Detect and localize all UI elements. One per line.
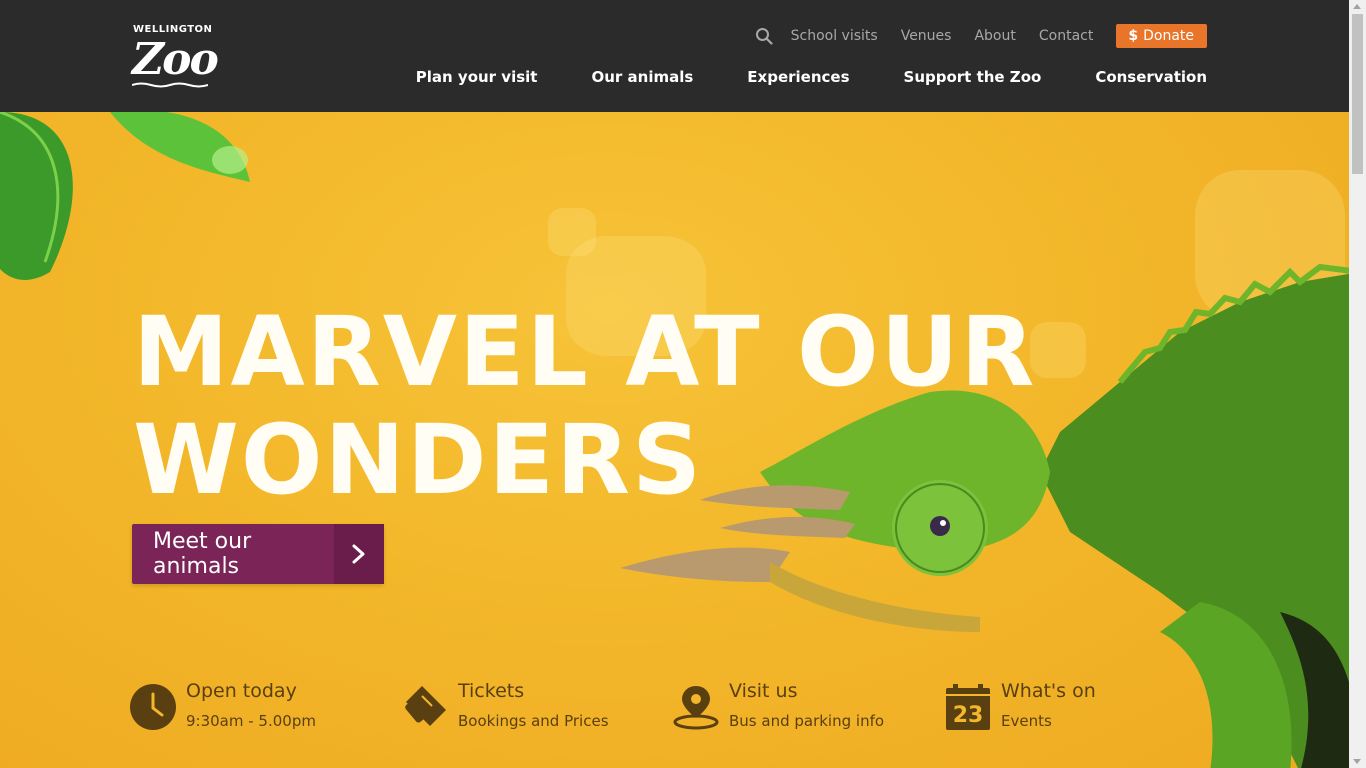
info-subtitle: Bookings and Prices — [458, 712, 609, 730]
scroll-up-icon[interactable] — [1353, 4, 1361, 9]
leaf-image — [0, 112, 250, 280]
ticket-icon — [405, 686, 446, 726]
donate-button[interactable]: $ Donate — [1116, 24, 1207, 48]
nav-about[interactable]: About — [974, 28, 1015, 44]
info-subtitle: Events — [1001, 712, 1052, 730]
info-title: Tickets — [458, 680, 525, 702]
clock-icon — [130, 684, 176, 730]
map-pin-icon — [673, 686, 719, 730]
hero-headline-line2: WONDERS — [133, 404, 704, 516]
nav-contact[interactable]: Contact — [1039, 28, 1093, 44]
nav-plan-your-visit[interactable]: Plan your visit — [416, 68, 538, 86]
nav-school-visits[interactable]: School visits — [791, 28, 878, 44]
info-subtitle: 9:30am - 5.00pm — [186, 712, 316, 730]
donate-label: Donate — [1143, 28, 1194, 44]
nav-our-animals[interactable]: Our animals — [591, 68, 693, 86]
search-icon[interactable] — [755, 27, 773, 45]
info-subtitle: Bus and parking info — [729, 712, 885, 730]
logo-big-text: Zoo — [132, 34, 219, 85]
logo-wave — [132, 82, 208, 88]
scroll-down-icon[interactable] — [1353, 759, 1361, 764]
main-nav: Plan your visit Our animals Experiences … — [416, 68, 1207, 86]
cta-label: Meet our animals — [153, 529, 252, 579]
info-title: Visit us — [729, 680, 798, 702]
nav-venues[interactable]: Venues — [901, 28, 952, 44]
hero-headline: MARVEL AT OUR WONDERS — [133, 298, 1036, 514]
info-title: Open today — [186, 680, 297, 702]
wellington-zoo-logo[interactable]: WELLINGTON Zoo — [132, 22, 219, 88]
chevron-right-icon — [334, 524, 384, 584]
nav-conservation[interactable]: Conservation — [1095, 68, 1207, 86]
utility-nav: School visits Venues About Contact $ Don… — [755, 24, 1207, 48]
calendar-day: 23 — [953, 703, 984, 728]
page-scrollbar[interactable] — [1349, 0, 1366, 768]
nav-support-the-zoo[interactable]: Support the Zoo — [904, 68, 1042, 86]
scrollbar-thumb[interactable] — [1352, 14, 1363, 174]
hero-headline-line1: MARVEL AT OUR — [133, 296, 1037, 408]
site-header: WELLINGTON Zoo School visits Venues Abou… — [0, 0, 1349, 112]
nav-experiences[interactable]: Experiences — [747, 68, 849, 86]
info-title: What's on — [1001, 680, 1096, 702]
calendar-icon: 23 — [946, 684, 990, 730]
meet-our-animals-button[interactable]: Meet our animals — [132, 524, 384, 584]
hero-banner: MARVEL AT OUR WONDERS Meet our animals O… — [0, 112, 1349, 768]
dollar-icon: $ — [1128, 28, 1139, 44]
